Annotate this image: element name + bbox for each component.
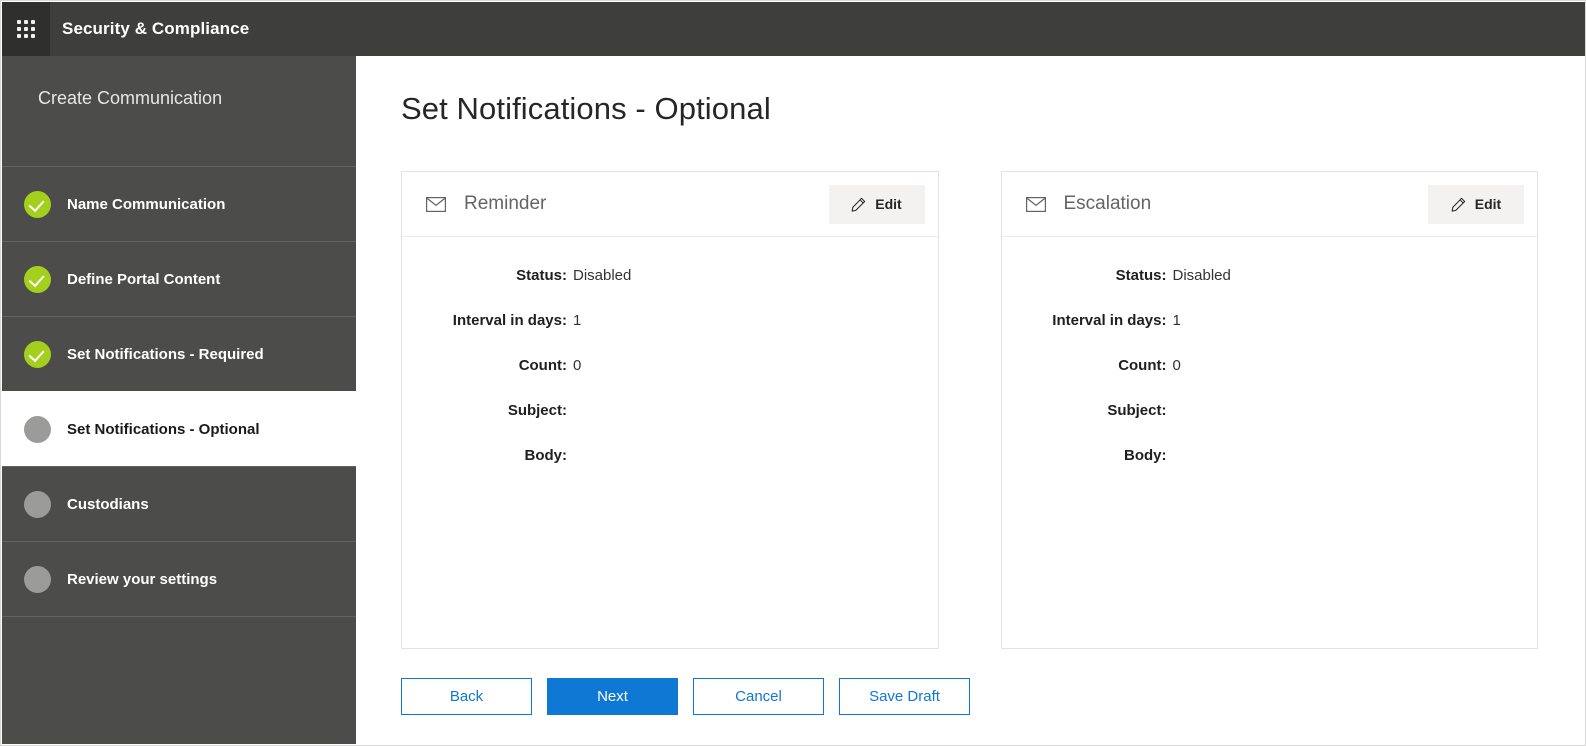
step-pending-dot-icon [24, 565, 51, 593]
field-label-status: Status: [516, 267, 567, 284]
reminder-card-body: Status: Disabled Interval in days: 1 Cou… [402, 237, 938, 648]
field-row: Count: 0 [402, 357, 938, 374]
step-pending-dot-icon [24, 490, 51, 518]
top-bar: Security & Compliance [2, 2, 1585, 56]
envelope-icon [426, 196, 446, 212]
brand-title[interactable]: Security & Compliance [62, 19, 249, 39]
sidebar-item-review-your-settings[interactable]: Review your settings [2, 541, 356, 616]
field-label-body: Body: [524, 447, 568, 464]
waffle-dot [31, 20, 35, 24]
sidebar-item-set-notifications-optional[interactable]: Set Notifications - Optional [2, 391, 356, 466]
escalation-card: Escalation Edit Status: Disabled Interva… [1000, 171, 1538, 649]
reminder-card: Reminder Edit Status: Disabled Interval … [401, 171, 939, 649]
main-content: Set Notifications - Optional Reminder Ed… [356, 56, 1584, 744]
envelope-icon [1025, 196, 1046, 212]
field-value-body [1167, 447, 1538, 464]
app-launcher-waffle-icon[interactable] [2, 2, 50, 56]
waffle-dot [24, 20, 28, 24]
sidebar-empty-area [2, 616, 356, 737]
reminder-card-title: Reminder [464, 193, 547, 214]
escalation-edit-label: Edit [1474, 196, 1502, 212]
next-button[interactable]: Next [547, 678, 678, 715]
field-label-interval: Interval in days: [1052, 312, 1167, 329]
waffle-dot [17, 27, 21, 31]
field-row: Status: Disabled [1002, 267, 1538, 284]
field-value-interval: 1 [573, 312, 582, 329]
sidebar-item-label: Review your settings [67, 570, 218, 588]
field-row: Body: [402, 447, 938, 464]
notification-cards: Reminder Edit Status: Disabled Interval … [401, 171, 1538, 649]
field-value-count: 0 [1172, 357, 1181, 374]
field-label-subject: Subject: [1107, 402, 1167, 419]
escalation-card-body: Status: Disabled Interval in days: 1 Cou… [1002, 237, 1538, 648]
field-row: Interval in days: 1 [402, 312, 938, 329]
sidebar-item-set-notifications-required[interactable]: Set Notifications - Required [2, 316, 356, 391]
step-complete-check-icon [24, 265, 51, 293]
wizard-actions: Back Next Cancel Save Draft [401, 678, 970, 715]
field-value-subject [1167, 402, 1538, 419]
sidebar-item-label: Set Notifications - Optional [67, 420, 260, 438]
escalation-card-header: Escalation Edit [1001, 172, 1537, 237]
sidebar-item-label: Name Communication [67, 195, 226, 213]
reminder-edit-label: Edit [875, 196, 902, 212]
waffle-grid [17, 20, 35, 38]
escalation-card-title: Escalation [1063, 193, 1152, 214]
cancel-button[interactable]: Cancel [693, 678, 824, 715]
step-complete-check-icon [24, 190, 51, 218]
field-value-status: Disabled [1172, 267, 1231, 284]
field-row: Subject: [402, 402, 938, 419]
field-row: Status: Disabled [402, 267, 938, 284]
field-label-count: Count: [518, 357, 567, 374]
field-label-interval: Interval in days: [452, 312, 567, 329]
field-label-subject: Subject: [507, 402, 567, 419]
waffle-dot [24, 34, 28, 38]
field-value-interval: 1 [1172, 312, 1181, 329]
field-row: Count: 0 [1002, 357, 1538, 374]
field-label-count: Count: [1118, 357, 1167, 374]
save-draft-button[interactable]: Save Draft [839, 678, 970, 715]
reminder-edit-button[interactable]: Edit [828, 184, 925, 224]
field-label-body: Body: [1124, 447, 1167, 464]
step-pending-dot-icon [24, 415, 51, 443]
sidebar-item-label: Set Notifications - Required [67, 345, 264, 363]
field-row: Subject: [1002, 402, 1538, 419]
field-label-status: Status: [1115, 267, 1167, 284]
waffle-dot [24, 27, 28, 31]
step-complete-check-icon [24, 340, 51, 368]
waffle-dot [17, 20, 21, 24]
sidebar-item-name-communication[interactable]: Name Communication [2, 166, 356, 241]
field-value-count: 0 [573, 357, 582, 374]
page-title: Set Notifications - Optional [401, 91, 771, 126]
sidebar-item-custodians[interactable]: Custodians [2, 466, 356, 541]
pencil-icon [1451, 197, 1465, 212]
field-value-status: Disabled [573, 267, 632, 284]
sidebar-item-define-portal-content[interactable]: Define Portal Content [2, 241, 356, 316]
reminder-card-header: Reminder Edit [402, 172, 938, 237]
sidebar-title: Create Communication [38, 88, 223, 108]
sidebar-item-label: Define Portal Content [67, 270, 221, 288]
waffle-dot [31, 27, 35, 31]
back-button[interactable]: Back [401, 678, 532, 715]
waffle-dot [31, 34, 35, 38]
field-value-body [567, 447, 938, 464]
field-value-subject [567, 402, 938, 419]
field-row: Interval in days: 1 [1002, 312, 1538, 329]
sidebar-item-label: Custodians [67, 495, 149, 513]
field-row: Body: [1002, 447, 1538, 464]
pencil-icon [851, 197, 866, 212]
escalation-edit-button[interactable]: Edit [1428, 184, 1524, 224]
app-window: Security & Compliance Create Communicati… [0, 0, 1586, 746]
waffle-dot [17, 34, 21, 38]
wizard-sidebar: Create Communication Name Communication … [2, 56, 356, 744]
